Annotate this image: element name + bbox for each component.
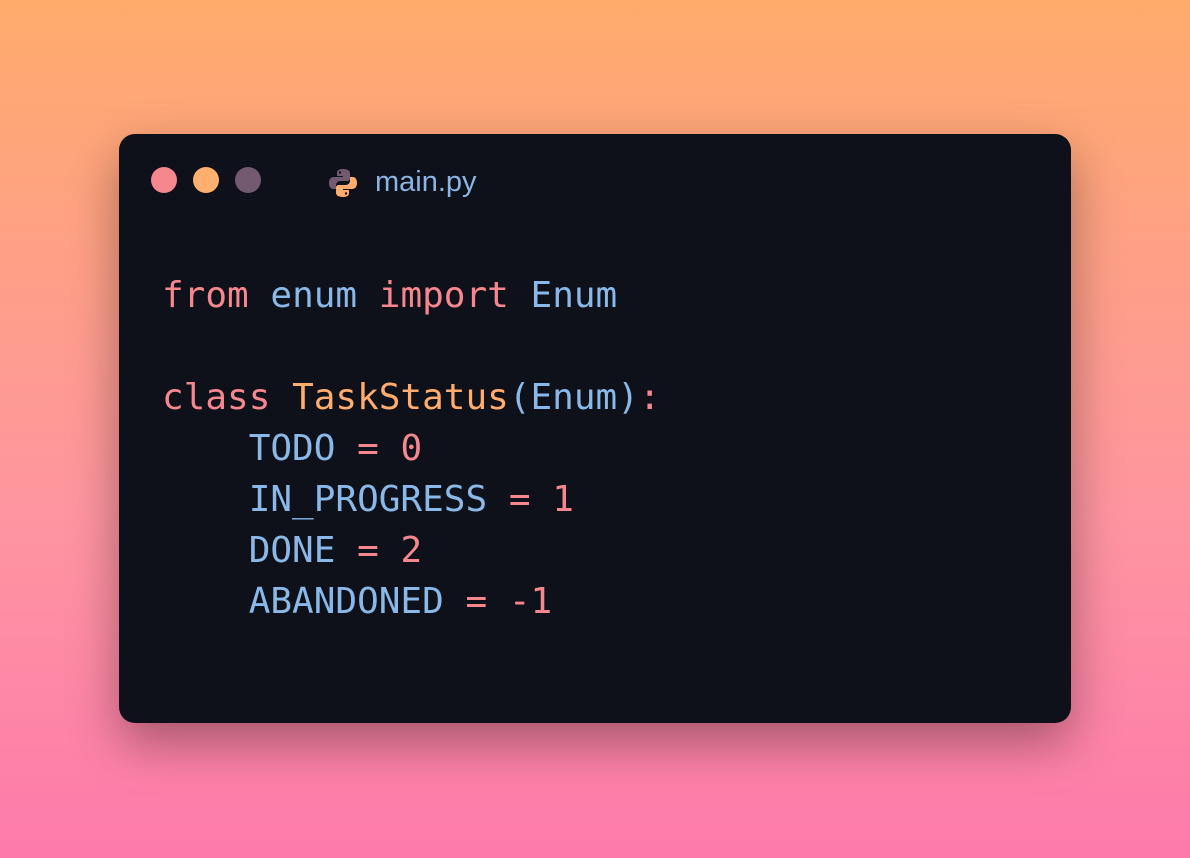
code-line: ABANDONED = -1	[249, 581, 553, 622]
member-name: IN_PROGRESS	[248, 479, 488, 520]
member-name: DONE	[248, 530, 336, 571]
class-name: TaskStatus	[292, 377, 509, 418]
keyword: class	[162, 377, 271, 418]
operator: =	[465, 581, 488, 622]
punct: :	[638, 377, 661, 418]
punct: (	[508, 377, 531, 418]
code-line: from enum import Enum	[162, 275, 617, 316]
code-line: IN_PROGRESS = 1	[249, 479, 574, 520]
number: 2	[400, 530, 423, 571]
punct: )	[617, 377, 639, 418]
keyword: from	[162, 275, 249, 316]
python-icon	[329, 168, 357, 197]
maximize-dot	[235, 167, 261, 193]
code-block: from enum import Enum class TaskStatus(E…	[162, 270, 661, 627]
code-window: main.py from enum import Enum class Task…	[119, 134, 1071, 723]
keyword: import	[378, 275, 509, 316]
identifier: Enum	[530, 377, 618, 418]
code-line: TODO = 0	[249, 428, 422, 469]
number: 1	[552, 479, 574, 520]
minimize-dot	[193, 167, 219, 193]
operator: =	[357, 428, 379, 469]
operator: =	[508, 479, 531, 520]
member-name: TODO	[248, 428, 336, 469]
file-tab: main.py	[327, 166, 477, 199]
number: -1	[508, 581, 553, 622]
code-line: DONE = 2	[249, 530, 422, 571]
operator: =	[357, 530, 379, 571]
close-dot	[151, 167, 177, 193]
filename: main.py	[375, 166, 477, 198]
code-line: class TaskStatus(Enum):	[162, 377, 661, 418]
module: enum	[270, 275, 358, 316]
number: 0	[400, 428, 423, 469]
identifier: Enum	[530, 275, 618, 316]
member-name: ABANDONED	[248, 581, 444, 622]
